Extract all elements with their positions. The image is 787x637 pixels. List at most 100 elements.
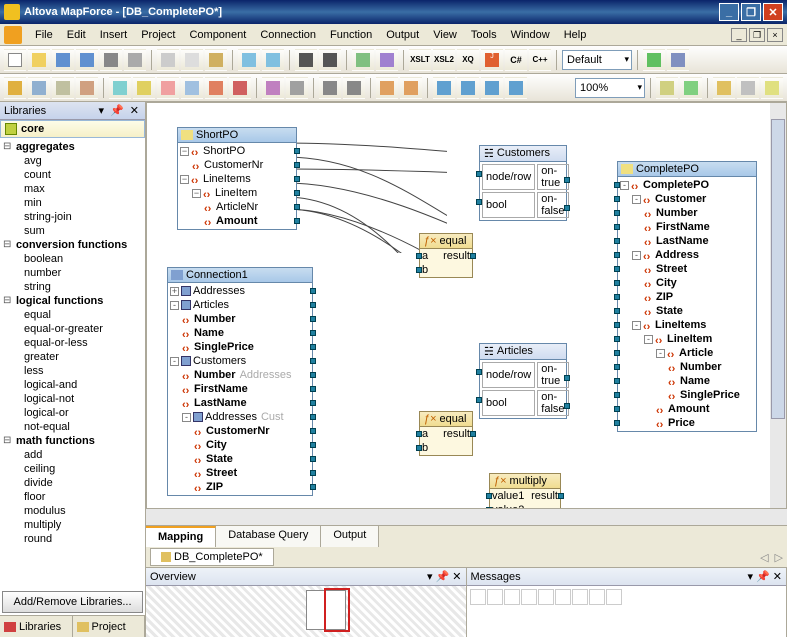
align-left-button[interactable] bbox=[319, 77, 341, 99]
insert-db-button[interactable] bbox=[28, 77, 50, 99]
zoom-combo[interactable]: 100% bbox=[575, 78, 645, 98]
mdi-minimize-button[interactable]: _ bbox=[731, 28, 747, 42]
menu-output[interactable]: Output bbox=[379, 27, 426, 43]
show-lib-button[interactable] bbox=[713, 77, 735, 99]
tree-row[interactable]: City bbox=[168, 438, 312, 452]
msg-btn-2[interactable] bbox=[487, 589, 503, 605]
undo-button[interactable] bbox=[238, 49, 260, 71]
insert-cond-button[interactable] bbox=[205, 77, 227, 99]
print-button[interactable] bbox=[100, 49, 122, 71]
csharp-button[interactable]: C# bbox=[505, 49, 527, 71]
function-multiply[interactable]: ƒ×multiply value1result value2 bbox=[489, 473, 561, 509]
msg-btn-1[interactable] bbox=[470, 589, 486, 605]
lib-item[interactable]: boolean bbox=[2, 252, 143, 266]
doc-nav-next-icon[interactable]: ▷ bbox=[775, 551, 783, 564]
language-combo[interactable]: Default bbox=[562, 50, 632, 70]
menu-help[interactable]: Help bbox=[557, 27, 594, 43]
lib-item[interactable]: logical-and bbox=[2, 378, 143, 392]
sidebar-tab-project[interactable]: Project bbox=[73, 616, 146, 637]
lib-item[interactable]: sum bbox=[2, 224, 143, 238]
tree-row[interactable]: Name bbox=[168, 326, 312, 340]
menu-file[interactable]: File bbox=[28, 27, 60, 43]
show-msg-button[interactable] bbox=[761, 77, 783, 99]
lib-item[interactable]: count bbox=[2, 168, 143, 182]
tree-row[interactable]: -Address bbox=[618, 248, 756, 262]
autoconnect-button[interactable] bbox=[262, 77, 284, 99]
tree-row[interactable]: CustomerNr bbox=[168, 424, 312, 438]
show-over-button[interactable] bbox=[737, 77, 759, 99]
filter-articles[interactable]: ☵Articles node/rowon-true boolon-false bbox=[479, 343, 567, 419]
tree-row[interactable]: Name bbox=[618, 374, 756, 388]
saveall-button[interactable] bbox=[76, 49, 98, 71]
show-types-button[interactable] bbox=[680, 77, 702, 99]
close-button[interactable]: ✕ bbox=[763, 3, 783, 21]
core-library-header[interactable]: core bbox=[0, 120, 145, 138]
lib-item[interactable]: add bbox=[2, 448, 143, 462]
save-button[interactable] bbox=[52, 49, 74, 71]
lib-group[interactable]: math functions bbox=[2, 434, 143, 448]
insert-const-button[interactable] bbox=[157, 77, 179, 99]
tree-row[interactable]: +Addresses bbox=[168, 284, 312, 298]
insert-edi-button[interactable] bbox=[76, 77, 98, 99]
copy-button[interactable] bbox=[181, 49, 203, 71]
tree-row[interactable]: Amount bbox=[618, 402, 756, 416]
menu-project[interactable]: Project bbox=[134, 27, 182, 43]
xq-button[interactable]: XQ bbox=[457, 49, 479, 71]
lib-item[interactable]: divide bbox=[2, 476, 143, 490]
component-completepo[interactable]: CompletePO -CompletePO-CustomerNumberFir… bbox=[617, 161, 757, 432]
align-right-button[interactable] bbox=[343, 77, 365, 99]
tree-row[interactable]: State bbox=[168, 452, 312, 466]
tab-database-query[interactable]: Database Query bbox=[216, 526, 321, 547]
java-button[interactable]: J bbox=[481, 49, 503, 71]
tree-row[interactable]: Number bbox=[618, 206, 756, 220]
conn-settings-button[interactable] bbox=[286, 77, 308, 99]
menu-window[interactable]: Window bbox=[504, 27, 557, 43]
tab-output[interactable]: Output bbox=[321, 526, 379, 547]
find-button[interactable] bbox=[295, 49, 317, 71]
tree-row[interactable]: NumberAddresses bbox=[168, 368, 312, 382]
doc-nav-prev-icon[interactable]: ◁ bbox=[760, 551, 768, 564]
filter-customers[interactable]: ☵Customers node/rowon-true boolon-false bbox=[479, 145, 567, 221]
lib-item[interactable]: multiply bbox=[2, 518, 143, 532]
tree-row[interactable]: -Customer bbox=[618, 192, 756, 206]
lib-item[interactable]: round bbox=[2, 532, 143, 546]
lib-item[interactable]: greater bbox=[2, 350, 143, 364]
lib-item[interactable]: equal bbox=[2, 308, 143, 322]
tree-row[interactable]: State bbox=[618, 304, 756, 318]
run-button[interactable] bbox=[643, 49, 665, 71]
panel-pin-icon[interactable]: 📌 bbox=[436, 570, 450, 583]
tree-row[interactable]: FirstName bbox=[168, 382, 312, 396]
tree-row[interactable]: Number bbox=[618, 360, 756, 374]
insert-func-button[interactable] bbox=[133, 77, 155, 99]
lib-item[interactable]: not-equal bbox=[2, 420, 143, 434]
redo-button[interactable] bbox=[262, 49, 284, 71]
panel-close-icon[interactable]: ✕ bbox=[773, 570, 782, 583]
lib-item[interactable]: string bbox=[2, 280, 143, 294]
canvas-scrollbar-v[interactable] bbox=[770, 103, 786, 508]
lib-item[interactable]: modulus bbox=[2, 504, 143, 518]
settings-button[interactable] bbox=[667, 49, 689, 71]
canvas-scrollbar-h[interactable] bbox=[146, 509, 787, 525]
tree-row[interactable]: LastName bbox=[168, 396, 312, 410]
bookmark-add-button[interactable] bbox=[433, 77, 455, 99]
tree-row[interactable]: -Customers bbox=[168, 354, 312, 368]
lib-item[interactable]: min bbox=[2, 196, 143, 210]
menu-connection[interactable]: Connection bbox=[253, 27, 323, 43]
lib-item[interactable]: less bbox=[2, 364, 143, 378]
component-shortpo[interactable]: ShortPO −ShortPO CustomerNr −LineItems −… bbox=[177, 127, 297, 230]
menu-edit[interactable]: Edit bbox=[60, 27, 93, 43]
mdi-close-button[interactable]: × bbox=[767, 28, 783, 42]
tree-row[interactable]: -CompletePO bbox=[618, 178, 756, 192]
tree-row[interactable]: ZIP bbox=[618, 290, 756, 304]
xslt-button[interactable]: XSLT bbox=[409, 49, 431, 71]
lib-group[interactable]: conversion functions bbox=[2, 238, 143, 252]
tree-row[interactable]: -LineItem bbox=[618, 332, 756, 346]
tab-mapping[interactable]: Mapping bbox=[146, 526, 216, 547]
msg-btn-5[interactable] bbox=[538, 589, 554, 605]
xslt2-button[interactable]: XSL2 bbox=[433, 49, 455, 71]
insert-filter-button[interactable] bbox=[181, 77, 203, 99]
add-remove-libraries-button[interactable]: Add/Remove Libraries... bbox=[2, 591, 143, 613]
tree-row[interactable]: SinglePrice bbox=[168, 340, 312, 354]
panel-close-icon[interactable]: ✕ bbox=[452, 570, 461, 583]
tree-row[interactable]: Street bbox=[618, 262, 756, 276]
